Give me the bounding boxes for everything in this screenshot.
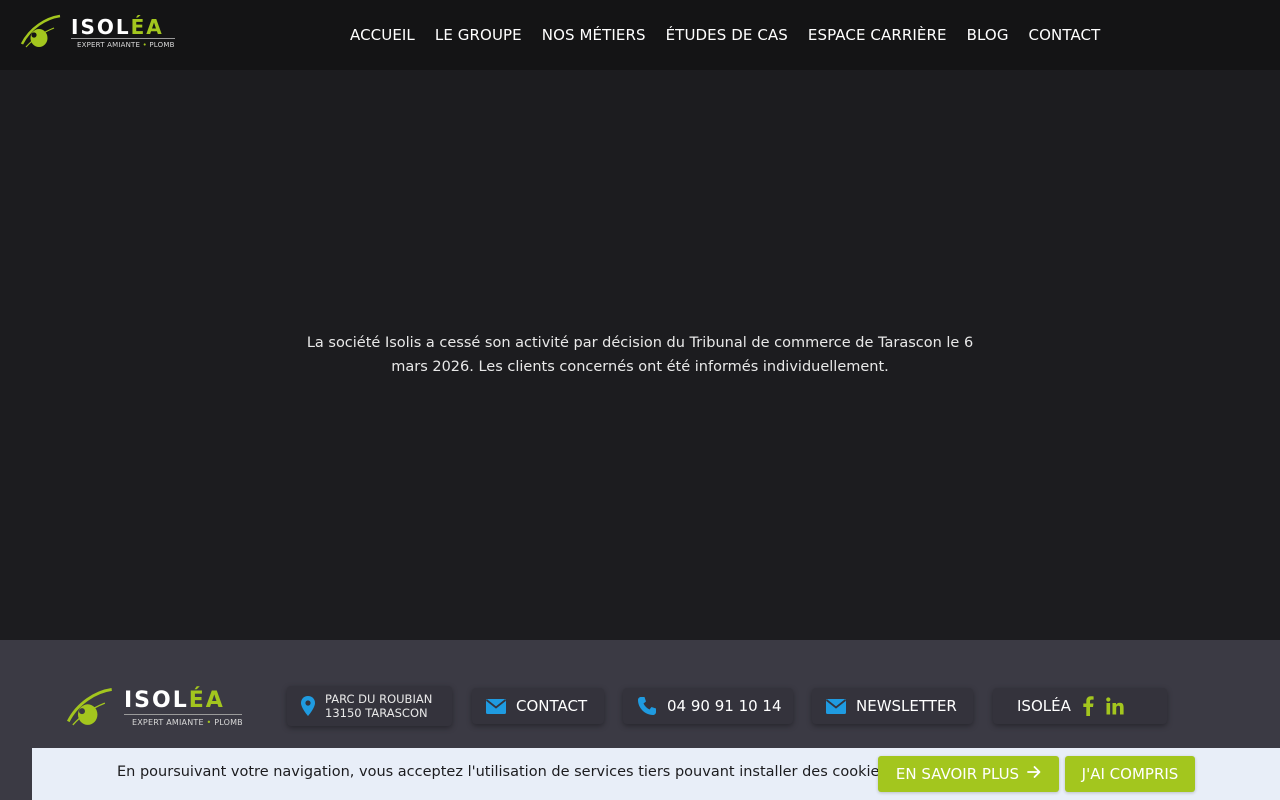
nav-item-le-groupe[interactable]: LE GROUPE	[425, 26, 532, 44]
address-line-1: PARC DU ROUBIAN	[325, 692, 433, 706]
nav-item-nos-metiers[interactable]: NOS MÉTIERS	[532, 26, 656, 44]
learn-more-button[interactable]: EN SAVOIR PLUS	[878, 756, 1059, 792]
logo-eye-icon	[67, 688, 112, 726]
nav-item-etudes-de-cas[interactable]: ÉTUDES DE CAS	[656, 26, 798, 44]
nav-item-contact[interactable]: CONTACT	[1019, 26, 1111, 44]
closure-notice: La société Isolis a cessé son activité p…	[306, 335, 974, 375]
nav-item-accueil[interactable]: ACCUEIL	[340, 26, 425, 44]
phone-number: 04 90 91 10 14	[667, 697, 782, 715]
cookie-text: En poursuivant votre navigation, vous ac…	[117, 764, 887, 780]
learn-more-label: EN SAVOIR PLUS	[895, 765, 1020, 783]
envelope-icon	[826, 698, 846, 714]
main-nav: ACCUEIL LE GROUPE NOS MÉTIERS ÉTUDES DE …	[340, 0, 1110, 70]
address-text: PARC DU ROUBIAN 13150 TARASCON	[325, 692, 432, 720]
nav-item-espace-carriere[interactable]: ESPACE CARRIÈRE	[798, 26, 957, 44]
newsletter-label: NEWSLETTER	[856, 697, 957, 715]
footer-logo[interactable]: ISOLÉA EXPERT AMIANTE • PLOMB	[66, 687, 251, 733]
phone-icon	[637, 696, 657, 716]
footer-contact-button[interactable]: CONTACT	[472, 688, 604, 724]
map-pin-icon	[301, 696, 315, 716]
logo-wordmark: ISOLÉA	[124, 688, 225, 713]
accept-cookies-button[interactable]: J'AI COMPRIS	[1065, 756, 1195, 792]
logo-eye-icon	[20, 14, 61, 48]
site-logo[interactable]: ISOLÉA EXPERT AMIANTE • PLOMB	[20, 14, 180, 56]
logo-wordmark: ISOLÉA	[71, 15, 164, 39]
footer-phone[interactable]: 04 90 91 10 14	[623, 688, 793, 724]
facebook-icon[interactable]	[1083, 696, 1094, 716]
address-line-2: 13150 TARASCON	[325, 706, 428, 720]
arrow-right-icon	[1027, 765, 1041, 783]
nav-item-blog[interactable]: BLOG	[957, 26, 1019, 44]
logo-divider	[124, 714, 242, 715]
footer-address[interactable]: PARC DU ROUBIAN 13150 TARASCON	[287, 686, 452, 726]
site-header: ISOLÉA EXPERT AMIANTE • PLOMB ACCUEIL LE…	[0, 0, 1280, 70]
footer-social: ISOLÉA	[993, 688, 1167, 724]
footer-newsletter-button[interactable]: NEWSLETTER	[812, 688, 973, 724]
envelope-icon	[486, 698, 506, 714]
social-label: ISOLÉA	[1017, 697, 1071, 715]
logo-tagline: EXPERT AMIANTE • PLOMB	[77, 41, 175, 49]
cookie-banner: En poursuivant votre navigation, vous ac…	[32, 748, 1280, 800]
logo-divider	[71, 38, 175, 39]
main-content: La société Isolis a cessé son activité p…	[0, 70, 1280, 640]
contact-label: CONTACT	[516, 697, 588, 715]
logo-tagline: EXPERT AMIANTE • PLOMB	[132, 718, 243, 727]
linkedin-icon[interactable]	[1106, 697, 1124, 715]
